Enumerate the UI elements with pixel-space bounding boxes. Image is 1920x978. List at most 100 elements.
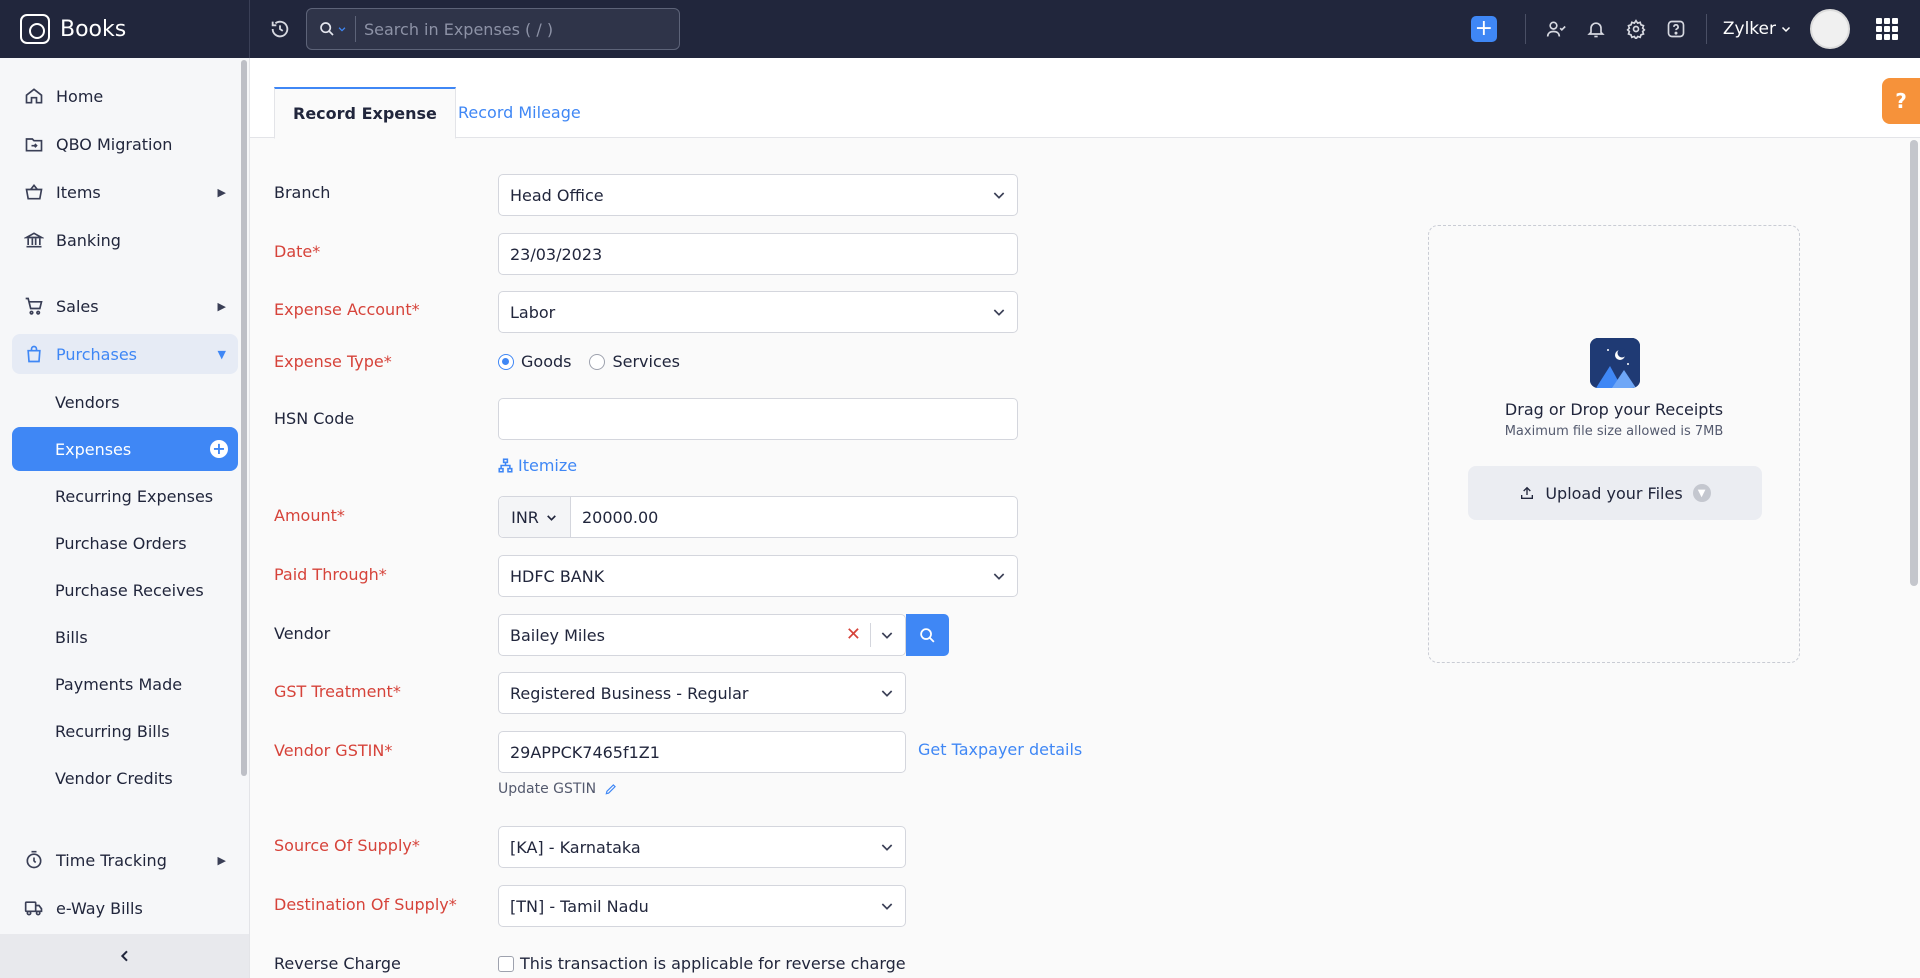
date-label: Date* xyxy=(274,242,321,261)
stopwatch-icon xyxy=(24,850,44,870)
main-scrollbar[interactable] xyxy=(1910,140,1918,586)
avatar[interactable] xyxy=(1810,9,1850,49)
currency-select[interactable]: INR xyxy=(499,497,571,537)
sidebar-subitem-payments-made[interactable]: Payments Made xyxy=(12,662,238,706)
sidebar-item-qbo-migration[interactable]: QBO Migration xyxy=(12,124,238,164)
reverse-charge-checkbox[interactable] xyxy=(498,955,514,972)
drop-title: Drag or Drop your Receipts xyxy=(1504,400,1724,419)
paid-through-select[interactable]: HDFC BANK xyxy=(498,555,1018,597)
update-gstin-link[interactable]: Update GSTIN xyxy=(498,781,618,797)
help-tab[interactable]: ? xyxy=(1882,78,1920,124)
vendor-value: Bailey Miles xyxy=(510,625,605,645)
paid-through-label: Paid Through* xyxy=(274,565,387,584)
source-of-supply-select[interactable]: [KA] - Karnataka xyxy=(498,826,906,868)
settings-gear-icon[interactable] xyxy=(1616,9,1656,49)
update-gstin-label: Update GSTIN xyxy=(498,781,597,797)
sidebar-item-sales[interactable]: Sales ▶ xyxy=(12,286,238,326)
truck-icon xyxy=(24,898,44,918)
reverse-charge-checkbox-label: This transaction is applicable for rever… xyxy=(520,954,906,973)
brand[interactable]: Books xyxy=(0,0,250,58)
hsn-code-input[interactable] xyxy=(498,398,1018,440)
sidebar-item-label: e-Way Bills xyxy=(56,898,143,918)
vendor-gstin-input[interactable]: 29APPCK7465f1Z1 xyxy=(498,731,906,773)
radio-goods[interactable]: Goods xyxy=(498,352,571,371)
search-box[interactable] xyxy=(306,8,680,50)
search-icon[interactable] xyxy=(319,21,347,37)
sidebar-item-home[interactable]: Home xyxy=(12,76,238,116)
users-icon[interactable] xyxy=(1536,9,1576,49)
sidebar-subitem-label: Purchase Orders xyxy=(55,533,187,553)
sidebar-subitem-vendor-credits[interactable]: Vendor Credits xyxy=(12,756,238,800)
receipt-image-icon xyxy=(1590,338,1640,388)
add-expense-icon[interactable]: + xyxy=(210,440,228,458)
hsn-code-label: HSN Code xyxy=(274,409,355,428)
sidebar-subitem-label: Expenses xyxy=(55,439,132,459)
vendor-search-button[interactable] xyxy=(906,614,949,656)
sidebar-subitem-bills[interactable]: Bills xyxy=(12,615,238,659)
sidebar-scrollbar[interactable] xyxy=(241,60,249,776)
date-field[interactable]: 23/03/2023 xyxy=(498,233,1018,275)
reverse-charge-checkbox-group[interactable]: This transaction is applicable for rever… xyxy=(498,954,906,973)
quick-create-button[interactable]: + xyxy=(1470,16,1497,42)
sidebar-item-time-tracking[interactable]: Time Tracking ▶ xyxy=(12,840,238,880)
pencil-icon xyxy=(605,784,616,795)
vendor-select[interactable]: Bailey Miles ✕ xyxy=(498,614,906,656)
search-input[interactable] xyxy=(364,19,664,39)
itemize-label: Itemize xyxy=(518,456,578,475)
collapse-sidebar-button[interactable] xyxy=(0,934,249,978)
tabs-bar: Record Expense Record Mileage ? xyxy=(250,58,1920,139)
help-question-icon[interactable] xyxy=(1656,9,1696,49)
sidebar-subitem-label: Payments Made xyxy=(55,674,183,694)
get-taxpayer-details-link[interactable]: Get Taxpayer details xyxy=(918,740,1082,759)
receipt-drop-zone[interactable]: Drag or Drop your Receipts Maximum file … xyxy=(1428,225,1800,663)
radio-button[interactable] xyxy=(589,353,606,370)
destination-of-supply-select[interactable]: [TN] - Tamil Nadu xyxy=(498,885,906,927)
clear-icon[interactable]: ✕ xyxy=(846,624,861,645)
app-grid-icon[interactable] xyxy=(1876,18,1898,40)
itemize-link[interactable]: Itemize xyxy=(498,456,577,475)
radio-label: Goods xyxy=(521,352,572,371)
expense-account-select[interactable]: Labor xyxy=(498,291,1018,333)
currency-value: INR xyxy=(511,507,539,527)
cart-icon xyxy=(24,296,44,316)
chevron-down-icon xyxy=(881,844,893,851)
chevron-down-icon xyxy=(993,573,1005,580)
gst-treatment-label: GST Treatment* xyxy=(274,682,401,701)
sidebar-item-purchases[interactable]: Purchases ▼ xyxy=(12,334,238,374)
org-name: Zylker xyxy=(1722,19,1776,39)
sidebar-subitem-vendors[interactable]: Vendors xyxy=(12,380,238,424)
branch-select[interactable]: Head Office xyxy=(498,174,1018,216)
gst-treatment-select[interactable]: Registered Business - Regular xyxy=(498,672,906,714)
chevron-down-icon[interactable]: ▼ xyxy=(1692,484,1711,502)
expand-arrow-icon: ▶ xyxy=(217,299,226,313)
expand-arrow-icon: ▶ xyxy=(217,185,226,199)
upload-files-button[interactable]: Upload your Files ▼ xyxy=(1468,466,1762,520)
sidebar-item-banking[interactable]: Banking xyxy=(12,220,238,260)
sidebar-subitem-expenses[interactable]: Expenses + xyxy=(12,427,238,471)
tab-record-expense[interactable]: Record Expense xyxy=(274,87,456,139)
amount-input[interactable]: 20000.00 xyxy=(571,508,658,527)
bank-icon xyxy=(24,230,44,250)
radio-services[interactable]: Services xyxy=(589,352,680,371)
upload-icon xyxy=(1521,486,1534,499)
tab-record-mileage[interactable]: Record Mileage xyxy=(440,87,599,138)
sidebar: Home QBO Migration Items ▶ Banking Sales… xyxy=(0,58,250,978)
chevron-down-icon[interactable] xyxy=(879,627,895,643)
sidebar-item-eway-bills[interactable]: e-Way Bills xyxy=(12,888,238,928)
sidebar-subitem-purchase-receives[interactable]: Purchase Receives xyxy=(12,568,238,612)
sidebar-subitem-recurring-expenses[interactable]: Recurring Expenses xyxy=(12,474,238,518)
radio-button-selected[interactable] xyxy=(498,353,514,370)
chevron-down-icon xyxy=(993,309,1005,316)
top-right-actions: + Zylker xyxy=(1470,0,1920,58)
sidebar-subitem-label: Recurring Bills xyxy=(55,721,170,741)
recent-history-icon[interactable] xyxy=(268,17,292,41)
organization-switcher[interactable]: Zylker xyxy=(1723,19,1792,39)
expense-type-label: Expense Type* xyxy=(274,352,392,371)
sidebar-item-items[interactable]: Items ▶ xyxy=(12,172,238,212)
hierarchy-icon xyxy=(498,458,513,473)
sidebar-item-label: Home xyxy=(56,86,104,106)
sidebar-subitem-recurring-bills[interactable]: Recurring Bills xyxy=(12,709,238,753)
notification-bell-icon[interactable] xyxy=(1576,9,1616,49)
basket-icon xyxy=(24,182,44,202)
sidebar-subitem-purchase-orders[interactable]: Purchase Orders xyxy=(12,521,238,565)
